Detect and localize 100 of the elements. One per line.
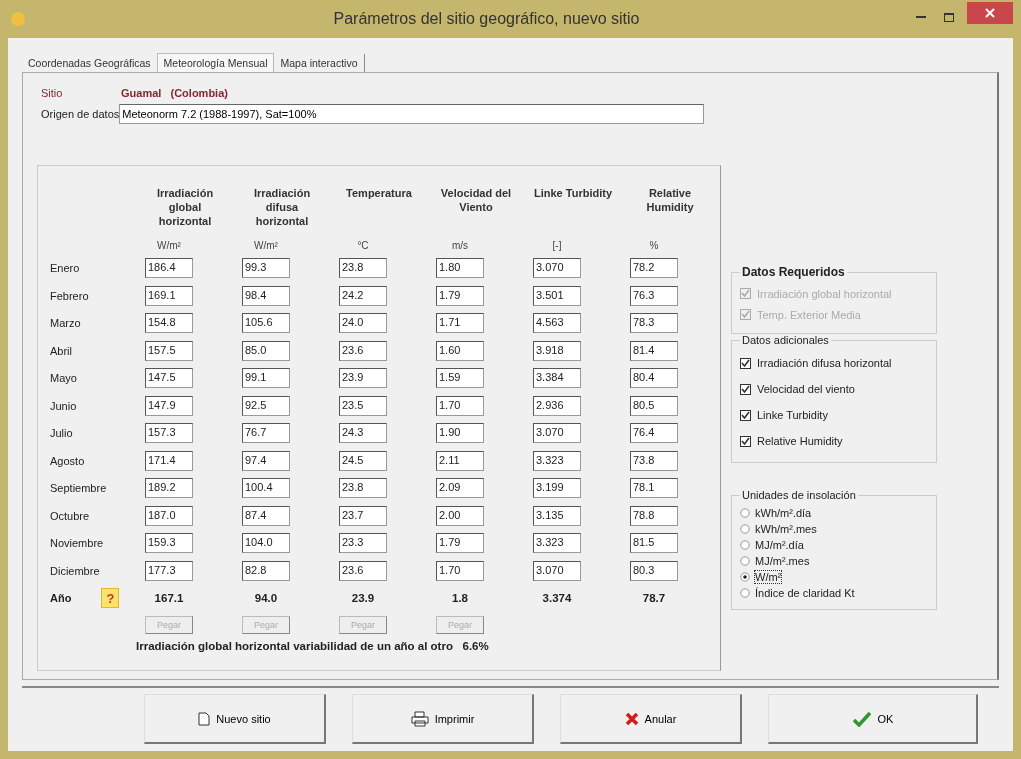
value-field[interactable]: 76.7: [242, 423, 290, 443]
value-field[interactable]: 3.070: [533, 258, 581, 278]
value-field[interactable]: 1.90: [436, 423, 484, 443]
value-field[interactable]: 24.5: [339, 450, 387, 471]
value-field[interactable]: 3.070: [533, 423, 581, 443]
value-field[interactable]: 3.384: [533, 368, 581, 388]
value-field[interactable]: 99.1: [242, 368, 290, 388]
radio-button[interactable]: [740, 588, 750, 598]
value-field[interactable]: 157.3: [145, 423, 193, 443]
close-button[interactable]: [967, 2, 1013, 24]
group-title: Datos Requeridos: [741, 265, 846, 279]
value-field[interactable]: 85.0: [242, 340, 290, 361]
value-field[interactable]: 105.6: [242, 313, 290, 333]
value-field[interactable]: 80.3: [630, 560, 678, 581]
value-field[interactable]: 3.135: [533, 505, 581, 526]
value-field[interactable]: 23.5: [339, 395, 387, 416]
value-field[interactable]: 76.4: [630, 423, 678, 443]
value-field[interactable]: 159.3: [145, 533, 193, 553]
window-title: Parámetros del sitio geográfico, nuevo sitio: [332, 10, 641, 28]
checkbox[interactable]: [740, 409, 751, 421]
value-field[interactable]: 78.2: [630, 258, 678, 278]
value-field[interactable]: 23.7: [339, 505, 387, 526]
value-field[interactable]: 23.6: [339, 340, 387, 361]
value-field[interactable]: 23.6: [339, 560, 387, 581]
value-field[interactable]: 154.8: [145, 313, 193, 333]
value-field[interactable]: 23.8: [339, 258, 387, 278]
value-field[interactable]: 3.323: [533, 533, 581, 553]
value-field[interactable]: 2.09: [436, 478, 484, 498]
value-field[interactable]: 1.80: [436, 258, 484, 278]
dialog-button[interactable]: Anular: [560, 694, 742, 744]
unit-label: W/m²: [253, 239, 279, 251]
radio-button[interactable]: [740, 508, 750, 518]
value-field[interactable]: 1.79: [436, 533, 484, 553]
dialog-button[interactable]: Imprimir: [352, 694, 534, 744]
value-field[interactable]: 189.2: [145, 478, 193, 498]
minimize-icon[interactable]: [916, 15, 926, 19]
value-field[interactable]: 2.00: [436, 505, 484, 526]
value-field[interactable]: 4.563: [533, 313, 581, 333]
value-field[interactable]: 24.0: [339, 313, 387, 333]
value-field[interactable]: 147.5: [145, 368, 193, 388]
radio-button[interactable]: [740, 540, 750, 550]
maximize-icon[interactable]: [944, 12, 954, 22]
value-field[interactable]: 3.199: [533, 478, 581, 498]
value-field[interactable]: 3.070: [533, 560, 581, 581]
radio-button[interactable]: [740, 556, 750, 566]
value-field[interactable]: 81.5: [630, 533, 678, 553]
value-field[interactable]: 87.4: [242, 505, 290, 526]
value-field[interactable]: 1.59: [436, 368, 484, 388]
dialog-button[interactable]: OK: [768, 694, 978, 744]
value-field[interactable]: 76.3: [630, 285, 678, 306]
value-field[interactable]: 157.5: [145, 340, 193, 361]
tab[interactable]: Mapa interactivo: [274, 54, 365, 72]
value-field[interactable]: 2.936: [533, 395, 581, 416]
value-field[interactable]: 78.3: [630, 313, 678, 333]
value-field[interactable]: 78.1: [630, 478, 678, 498]
value-field[interactable]: 1.79: [436, 285, 484, 306]
value-field[interactable]: 73.8: [630, 450, 678, 471]
value-field[interactable]: 3.501: [533, 285, 581, 306]
value-field[interactable]: 3.918: [533, 340, 581, 361]
column-header: Irradiación difusa horizontal: [252, 186, 312, 229]
value-field[interactable]: 1.70: [436, 395, 484, 416]
checkbox-label: Linke Turbidity: [757, 409, 828, 421]
value-field[interactable]: 92.5: [242, 395, 290, 416]
value-field[interactable]: 3.323: [533, 450, 581, 471]
value-field[interactable]: 186.4: [145, 258, 193, 278]
value-field[interactable]: 23.3: [339, 533, 387, 553]
value-field[interactable]: 171.4: [145, 450, 193, 471]
value-field[interactable]: 80.5: [630, 395, 678, 416]
checkbox[interactable]: [740, 435, 751, 447]
value-field[interactable]: 169.1: [145, 285, 193, 306]
value-field[interactable]: 81.4: [630, 340, 678, 361]
value-field[interactable]: 104.0: [242, 533, 290, 553]
source-field[interactable]: Meteonorm 7.2 (1988-1997), Sat=100%: [119, 104, 705, 124]
radio-button[interactable]: [740, 524, 750, 534]
checkbox[interactable]: [740, 357, 751, 369]
value-field[interactable]: 24.2: [339, 285, 387, 306]
radio-button[interactable]: [740, 572, 750, 582]
tab[interactable]: Meteorología Mensual: [156, 53, 275, 72]
value-field[interactable]: 2.11: [436, 450, 484, 471]
value-field[interactable]: 23.8: [339, 478, 387, 498]
tab[interactable]: Coordenadas Geográficas: [22, 54, 157, 72]
value-field[interactable]: 82.8: [242, 560, 290, 581]
value-field[interactable]: 23.9: [339, 368, 387, 388]
help-button[interactable]: ?: [101, 588, 120, 608]
checkbox[interactable]: [740, 383, 751, 395]
value-field[interactable]: 177.3: [145, 560, 193, 581]
value-field[interactable]: 98.4: [242, 285, 290, 306]
value-field[interactable]: 99.3: [242, 258, 290, 278]
value-field[interactable]: 1.71: [436, 313, 484, 333]
value-field[interactable]: 1.70: [436, 560, 484, 581]
year-average: 78.7: [641, 592, 667, 604]
value-field[interactable]: 80.4: [630, 368, 678, 388]
value-field[interactable]: 147.9: [145, 395, 193, 416]
value-field[interactable]: 1.60: [436, 340, 484, 361]
value-field[interactable]: 100.4: [242, 478, 290, 498]
dialog-button[interactable]: Nuevo sitio: [144, 694, 326, 744]
value-field[interactable]: 24.3: [339, 423, 387, 443]
value-field[interactable]: 187.0: [145, 505, 193, 526]
value-field[interactable]: 78.8: [630, 505, 678, 526]
value-field[interactable]: 97.4: [242, 450, 290, 471]
